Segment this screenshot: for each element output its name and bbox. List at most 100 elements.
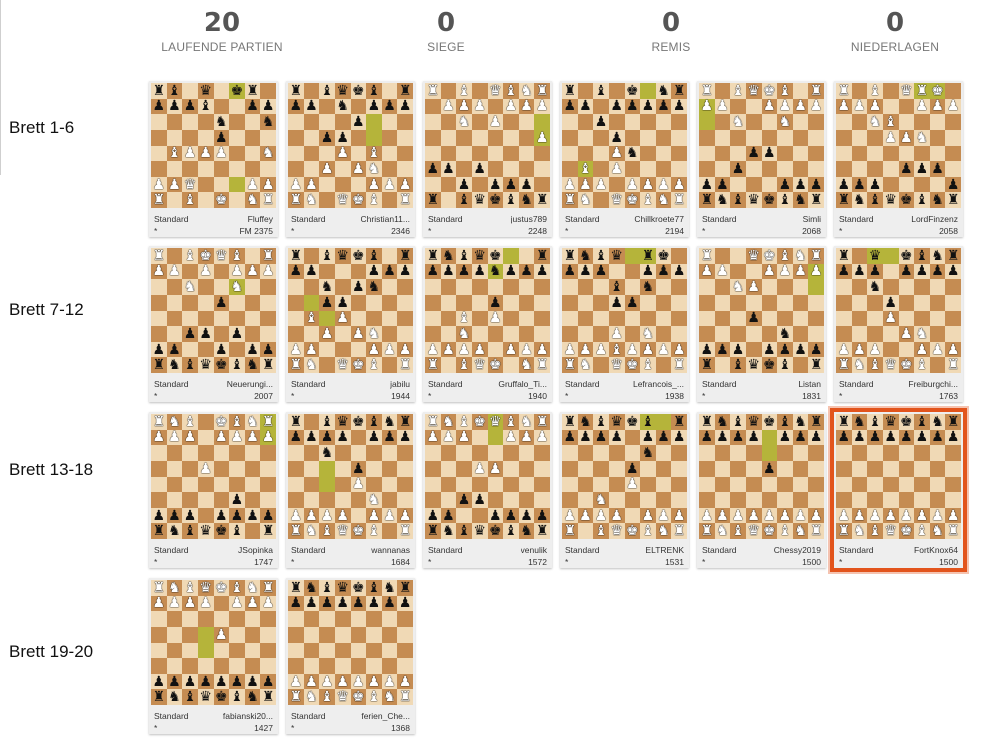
board-square [745, 492, 762, 508]
game-card[interactable]: ♜ ♛ ♚ ♝ ♞ ♜ ♟ ♟ ♟ ♟ ♟ ♟ ♟ ♞ ♟ ♟ ♟ ♞ ♟ ♟ ♟ ♟ ♟ ♟ ♜ ♞ ♝ ♛ ♚ ♝ ♜ Standard F… [834, 246, 963, 402]
game-card[interactable]: ♜ ♞ ♝ ♛ ♚ ♝ ♞ ♜ ♟ ♟ ♟ ♟ ♟ ♟ ♟ ♟ ♟ ♟ ♟ ♟ ♟ ♟ ♟ ♟ ♜ ♞ ♝ ♛ ♚ ♝ ♞ ♜ Standard… [697, 412, 826, 568]
last-move-square: ♟ [260, 429, 276, 446]
game-card[interactable]: ♜ ♞ ♝ ♛ ♚ ♜ ♟ ♟ ♟ ♟ ♞ ♟ ♟ ♟ ♟ ♝ ♟ ♞ ♟ ♟ ♟ ♟ ♟ ♟ ♟ ♜ ♝ ♛ ♚ ♞ ♜ Standard G… [423, 246, 552, 402]
board-square [303, 114, 320, 130]
game-card[interactable]: ♜ ♝ ♛ ♚ ♝ ♜ ♟ ♟ ♟ ♟ ♟ ♟ ♞ ♞ ♟ ♟ ♟ ♟ ♟ ♟ ♟ ♟ ♜ ♞ ♝ ♛ ♚ ♝ ♞ ♜ Standard Si… [697, 81, 826, 237]
black-pawn-icon: ♟ [473, 491, 486, 508]
game-card[interactable]: ♜ ♝ ♛ ♚ ♝ ♞ ♜ ♟ ♟ ♟ ♟ ♟ ♟ ♟ ♞ ♟ ♟ ♞ ♟ ♟ ♟ ♟ ♟ ♟ ♟ ♜ ♞ ♝ ♛ ♚ ♝ ♜ Standard… [286, 412, 415, 568]
last-move-square [366, 114, 382, 130]
last-move-square [534, 114, 550, 130]
board-square: ♝ [730, 357, 746, 373]
board-square [851, 492, 868, 508]
board-square [471, 176, 488, 193]
board-square [229, 460, 245, 477]
board-square: ♟ [229, 326, 245, 342]
board-square [288, 626, 304, 643]
chess-board[interactable]: ♜ ♝ ♛ ♚ ♝ ♜ ♟ ♟ ♟ ♟ ♟ ♟ ♞ ♞ ♟ ♟ ♟ ♟ ♟ ♟ ♟ ♟ ♜ ♞ ♝ ♛ ♚ ♝ ♞ ♜ [699, 83, 824, 208]
board-square [166, 642, 183, 659]
board-square [303, 129, 320, 146]
board-square [397, 145, 413, 162]
game-info: Standard ferien_Che... * 1368 [286, 708, 415, 734]
game-card[interactable]: ♜ ♝ ♛ ♚ ♝ ♜ ♟ ♟ ♞ ♟ ♟ ♟ ♟ ♟ ♟ ♟ ♝ ♟ ♟ ♞ ♟ ♟ ♟ ♟ ♟ ♜ ♞ ♛ ♚ ♝ ♜ Standard C… [286, 81, 415, 237]
chess-board[interactable]: ♜ ♞ ♝ ♚ ♝ ♞ ♜ ♟ ♟ ♟ ♟ ♟ ♟ ♟ ♟ ♟ ♟ ♟ ♟ ♟ ♟ ♟ ♟ ♜ ♞ ♝ ♛ ♚ ♝ ♜ [151, 414, 276, 539]
board-square: ♞ [851, 192, 868, 208]
chess-board[interactable]: ♜ ♛ ♚ ♝ ♞ ♜ ♟ ♟ ♟ ♟ ♟ ♟ ♟ ♞ ♟ ♟ ♟ ♞ ♟ ♟ ♟ ♟ ♟ ♟ ♜ ♞ ♝ ♛ ♚ ♝ ♜ [836, 248, 961, 373]
chess-board[interactable]: ♜ ♝ ♚ ♛ ♝ ♜ ♟ ♟ ♟ ♟ ♟ ♟ ♞ ♞ ♟ ♟ ♟ ♟ ♟ ♟ ♟ ♟ ♟ ♜ ♞ ♝ ♛ ♚ ♝ ♞ ♜ [151, 248, 276, 373]
black-pawn-icon: ♟ [931, 429, 944, 446]
black-pawn-icon: ♟ [657, 429, 670, 446]
board-square: ♚ [487, 248, 504, 264]
game-info: Standard Neuerungi... * 2007 [149, 376, 278, 402]
board-square: ♟ [808, 176, 824, 193]
board-square: ♞ [851, 357, 868, 373]
chess-board[interactable]: ♜ ♞ ♝ ♛ ♚ ♝ ♞ ♜ ♟ ♟ ♟ ♟ ♟ ♟ ♟ ♟ ♟ ♟ ♟ ♟ ♟ ♟ ♟ ♟ ♜ ♞ ♝ ♛ ♚ ♝ ♞ ♜ [699, 414, 824, 539]
chess-board[interactable]: ♜ ♞ ♝ ♛ ♚ ♝ ♞ ♜ ♟ ♟ ♟ ♟ ♟ ♟ ♟ ♟ ♟ ♟ ♟ ♟ ♟ ♟ ♟ ♟ ♜ ♞ ♝ ♛ ♚ ♝ ♞ ♜ [288, 580, 413, 705]
row-label-1-6: Brett 1-6 [9, 118, 75, 137]
board-square: ♚ [350, 357, 367, 373]
board-square: ♟ [244, 341, 261, 358]
game-card[interactable]: ♜ ♞ ♝ ♚ ♛ ♝ ♞ ♜ ♟ ♟ ♟ ♟ ♟ ♟ ♟ ♟ ♟ ♟ ♟ ♟ ♟ ♟ ♟ ♟ ♜ ♞ ♝ ♛ ♚ ♝ ♞ ♜ Standard… [423, 412, 552, 568]
board-square: ♟ [213, 429, 230, 446]
board-square [867, 476, 883, 493]
board-square: ♟ [303, 176, 320, 193]
chess-board[interactable]: ♜ ♞ ♝ ♛ ♚ ♝ ♜ ♟ ♟ ♟ ♟ ♟ ♟ ♟ ♞ ♟ ♟ ♞ ♟ ♟ ♟ ♟ ♟ ♟ ♟ ♜ ♝ ♛ ♚ ♝ ♞ ♜ [562, 414, 687, 539]
game-card[interactable]: ♜ ♞ ♝ ♛ ♜ ♚ ♟ ♟ ♟ ♟ ♟ ♟ ♝ ♞ ♟ ♟ ♟ ♞ ♟ ♟ ♟ ♝ ♟ ♟ ♟ ♟ ♜ ♞ ♛ ♚ ♝ ♜ Standard… [560, 246, 689, 402]
chess-board[interactable]: ♜ ♞ ♝ ♛ ♚ ♝ ♞ ♜ ♟ ♟ ♟ ♟ ♟ ♟ ♟ ♟ ♟ ♟ ♟ ♟ ♟ ♟ ♟ ♟ ♜ ♞ ♝ ♛ ♚ ♝ ♞ ♜ [836, 414, 961, 539]
game-card[interactable]: ♜ ♝ ♚ ♞ ♜ ♟ ♟ ♟ ♟ ♟ ♟ ♟ ♟ ♟ ♟ ♞ ♝ ♟ ♟ ♟ ♟ ♟ ♟ ♟ ♟ ♜ ♞ ♛ ♚ ♝ ♞ ♜ Standard… [560, 81, 689, 237]
board-square [867, 294, 883, 311]
black-rook-icon: ♜ [837, 192, 851, 209]
board-square [699, 310, 715, 327]
chess-board[interactable]: ♜ ♞ ♝ ♛ ♚ ♜ ♟ ♟ ♟ ♟ ♞ ♟ ♟ ♟ ♟ ♝ ♟ ♞ ♟ ♟ ♟ ♟ ♟ ♟ ♟ ♜ ♝ ♛ ♚ ♞ ♜ [425, 248, 550, 373]
game-card[interactable]: ♜ ♞ ♝ ♛ ♚ ♝ ♜ ♟ ♟ ♟ ♟ ♟ ♟ ♟ ♞ ♟ ♟ ♞ ♟ ♟ ♟ ♟ ♟ ♟ ♟ ♜ ♝ ♛ ♚ ♝ ♞ ♜ Standard… [560, 412, 689, 568]
game-card[interactable]: ♜ ♝ ♛ ♝ ♞ ♜ ♟ ♟ ♟ ♟ ♟ ♟ ♞ ♟ ♟ ♟ ♟ ♟ ♟ ♟ ♟ ♟ ♜ ♝ ♛ ♚ ♝ ♞ ♜ Standard jus… [423, 81, 552, 237]
chess-board[interactable]: ♜ ♝ ♛ ♚ ♝ ♜ ♟ ♟ ♟ ♟ ♟ ♞ ♟ ♞ ♟ ♟ ♝ ♟ ♟ ♟ ♞ ♟ ♟ ♟ ♟ ♟ ♜ ♞ ♛ ♚ ♝ ♜ [288, 248, 413, 373]
last-move-square: ♝ [577, 161, 594, 177]
game-card[interactable]: ♜ ♝ ♛ ♚ ♜ ♟ ♟ ♟ ♝ ♟ ♟ ♞ ♞ ♟ ♝ ♟ ♟ ♟ ♞ ♟ ♟ ♛ ♟ ♟ ♜ ♝ ♚ ♞ ♜ Standard Flu… [149, 81, 278, 237]
chess-board[interactable]: ♜ ♞ ♝ ♚ ♛ ♝ ♞ ♜ ♟ ♟ ♟ ♟ ♟ ♟ ♟ ♟ ♟ ♟ ♟ ♟ ♟ ♟ ♟ ♟ ♜ ♞ ♝ ♛ ♚ ♝ ♞ ♜ [425, 414, 550, 539]
chess-board[interactable]: ♜ ♞ ♝ ♛ ♚ ♝ ♞ ♜ ♟ ♟ ♟ ♟ ♟ ♟ ♟ ♟ ♟ ♟ ♟ ♟ ♟ ♟ ♟ ♟ ♜ ♞ ♝ ♛ ♚ ♝ ♞ ♜ [151, 580, 276, 705]
board-square [334, 642, 351, 659]
chess-board[interactable]: ♜ ♝ ♛ ♚ ♜ ♟ ♟ ♟ ♝ ♟ ♟ ♞ ♞ ♟ ♝ ♟ ♟ ♟ ♞ ♟ ♟ ♛ ♟ ♟ ♜ ♝ ♚ ♞ ♜ [151, 83, 276, 208]
board-square: ♟ [914, 161, 930, 177]
board-square [929, 492, 946, 508]
board-square: ♟ [350, 114, 367, 130]
chess-board[interactable]: ♜ ♝ ♛ ♚ ♝ ♜ ♟ ♟ ♞ ♟ ♟ ♟ ♟ ♟ ♟ ♟ ♝ ♟ ♟ ♞ ♟ ♟ ♟ ♟ ♟ ♜ ♞ ♛ ♚ ♝ ♜ [288, 83, 413, 208]
black-rook-icon: ♜ [289, 579, 303, 596]
board-square [562, 445, 578, 461]
white-pawn-icon: ♟ [398, 507, 412, 524]
chess-board[interactable]: ♜ ♝ ♛ ♜ ♚ ♟ ♟ ♟ ♟ ♟ ♟ ♞ ♝ ♟ ♟ ♞ ♟ ♟ ♟ ♟ ♟ ♟ ♟ ♜ ♞ ♝ ♛ ♚ ♝ ♞ ♜ [836, 83, 961, 208]
last-move-square [761, 445, 778, 461]
board-square: ♝ [166, 145, 183, 162]
black-knight-icon: ♞ [794, 192, 807, 209]
game-card[interactable]: ♜ ♝ ♛ ♚ ♝ ♜ ♟ ♟ ♟ ♟ ♟ ♞ ♟ ♞ ♟ ♟ ♝ ♟ ♟ ♟ ♞ ♟ ♟ ♟ ♟ ♟ ♜ ♞ ♛ ♚ ♝ ♜ Standard… [286, 246, 415, 402]
chess-board[interactable]: ♜ ♛ ♚ ♝ ♞ ♜ ♟ ♟ ♟ ♟ ♟ ♟ ♞ ♟ ♟ ♞ ♟ ♟ ♟ ♟ ♟ ♟ ♟ ♜ ♝ ♛ ♚ ♝ ♜ [699, 248, 824, 373]
chess-board[interactable]: ♜ ♝ ♛ ♚ ♝ ♞ ♜ ♟ ♟ ♟ ♟ ♟ ♟ ♟ ♞ ♟ ♟ ♞ ♟ ♟ ♟ ♟ ♟ ♟ ♟ ♜ ♞ ♝ ♛ ♚ ♝ ♜ [288, 414, 413, 539]
board-square: ♟ [260, 673, 276, 690]
board-square [213, 445, 230, 461]
game-card[interactable]: ♜ ♝ ♛ ♜ ♚ ♟ ♟ ♟ ♟ ♟ ♟ ♞ ♝ ♟ ♟ ♞ ♟ ♟ ♟ ♟ ♟ ♟ ♟ ♜ ♞ ♝ ♛ ♚ ♝ ♞ ♜ Standard L… [834, 81, 963, 237]
board-square [288, 310, 304, 327]
board-square [151, 161, 167, 177]
chess-board[interactable]: ♜ ♝ ♛ ♝ ♞ ♜ ♟ ♟ ♟ ♟ ♟ ♟ ♞ ♟ ♟ ♟ ♟ ♟ ♟ ♟ ♟ ♟ ♜ ♝ ♛ ♚ ♝ ♞ ♜ [425, 83, 550, 208]
game-card[interactable]: ♜ ♞ ♝ ♛ ♚ ♝ ♞ ♜ ♟ ♟ ♟ ♟ ♟ ♟ ♟ ♟ ♟ ♟ ♟ ♟ ♟ ♟ ♟ ♟ ♜ ♞ ♝ ♛ ♚ ♝ ♞ ♜ Standard… [830, 408, 967, 572]
white-pawn-icon: ♟ [657, 507, 670, 524]
board-square [440, 129, 457, 146]
board-square [425, 176, 441, 193]
chess-board[interactable]: ♜ ♞ ♝ ♛ ♜ ♚ ♟ ♟ ♟ ♟ ♟ ♟ ♝ ♞ ♟ ♟ ♟ ♞ ♟ ♟ ♟ ♝ ♟ ♟ ♟ ♟ ♜ ♞ ♛ ♚ ♝ ♜ [562, 248, 687, 373]
board-square [366, 445, 382, 461]
board-square: ♞ [244, 414, 261, 430]
white-pawn-icon: ♟ [535, 429, 549, 446]
board-square: ♟ [303, 673, 320, 690]
game-card[interactable]: ♜ ♞ ♝ ♛ ♚ ♝ ♞ ♜ ♟ ♟ ♟ ♟ ♟ ♟ ♟ ♟ ♟ ♟ ♟ ♟ ♟ ♟ ♟ ♟ ♜ ♞ ♝ ♛ ♚ ♝ ♞ ♜ Standard… [149, 578, 278, 734]
board-square: ♜ [836, 83, 852, 99]
game-card[interactable]: ♜ ♝ ♚ ♛ ♝ ♜ ♟ ♟ ♟ ♟ ♟ ♟ ♞ ♞ ♟ ♟ ♟ ♟ ♟ ♟ ♟ ♟ ♟ ♜ ♞ ♝ ♛ ♚ ♝ ♞ ♜ Standard N… [149, 246, 278, 402]
board-square [608, 476, 625, 493]
game-card[interactable]: ♜ ♞ ♝ ♛ ♚ ♝ ♞ ♜ ♟ ♟ ♟ ♟ ♟ ♟ ♟ ♟ ♟ ♟ ♟ ♟ ♟ ♟ ♟ ♟ ♜ ♞ ♝ ♛ ♚ ♝ ♞ ♜ Standard… [286, 578, 415, 734]
game-card[interactable]: ♜ ♞ ♝ ♚ ♝ ♞ ♜ ♟ ♟ ♟ ♟ ♟ ♟ ♟ ♟ ♟ ♟ ♟ ♟ ♟ ♟ ♟ ♟ ♜ ♞ ♝ ♛ ♚ ♝ ♜ Standard JS… [149, 412, 278, 568]
black-pawn-icon: ♟ [809, 429, 823, 446]
white-pawn-icon: ♟ [868, 98, 882, 115]
white-rook-icon: ♜ [426, 413, 440, 430]
white-queen-icon: ♛ [884, 357, 897, 374]
game-card[interactable]: ♜ ♛ ♚ ♝ ♞ ♜ ♟ ♟ ♟ ♟ ♟ ♟ ♞ ♟ ♟ ♞ ♟ ♟ ♟ ♟ ♟ ♟ ♟ ♜ ♝ ♛ ♚ ♝ ♜ Standard Lis… [697, 246, 826, 402]
chess-board[interactable]: ♜ ♝ ♚ ♞ ♜ ♟ ♟ ♟ ♟ ♟ ♟ ♟ ♟ ♟ ♟ ♞ ♝ ♟ ♟ ♟ ♟ ♟ ♟ ♟ ♟ ♜ ♞ ♛ ♚ ♝ ♞ ♜ [562, 83, 687, 208]
